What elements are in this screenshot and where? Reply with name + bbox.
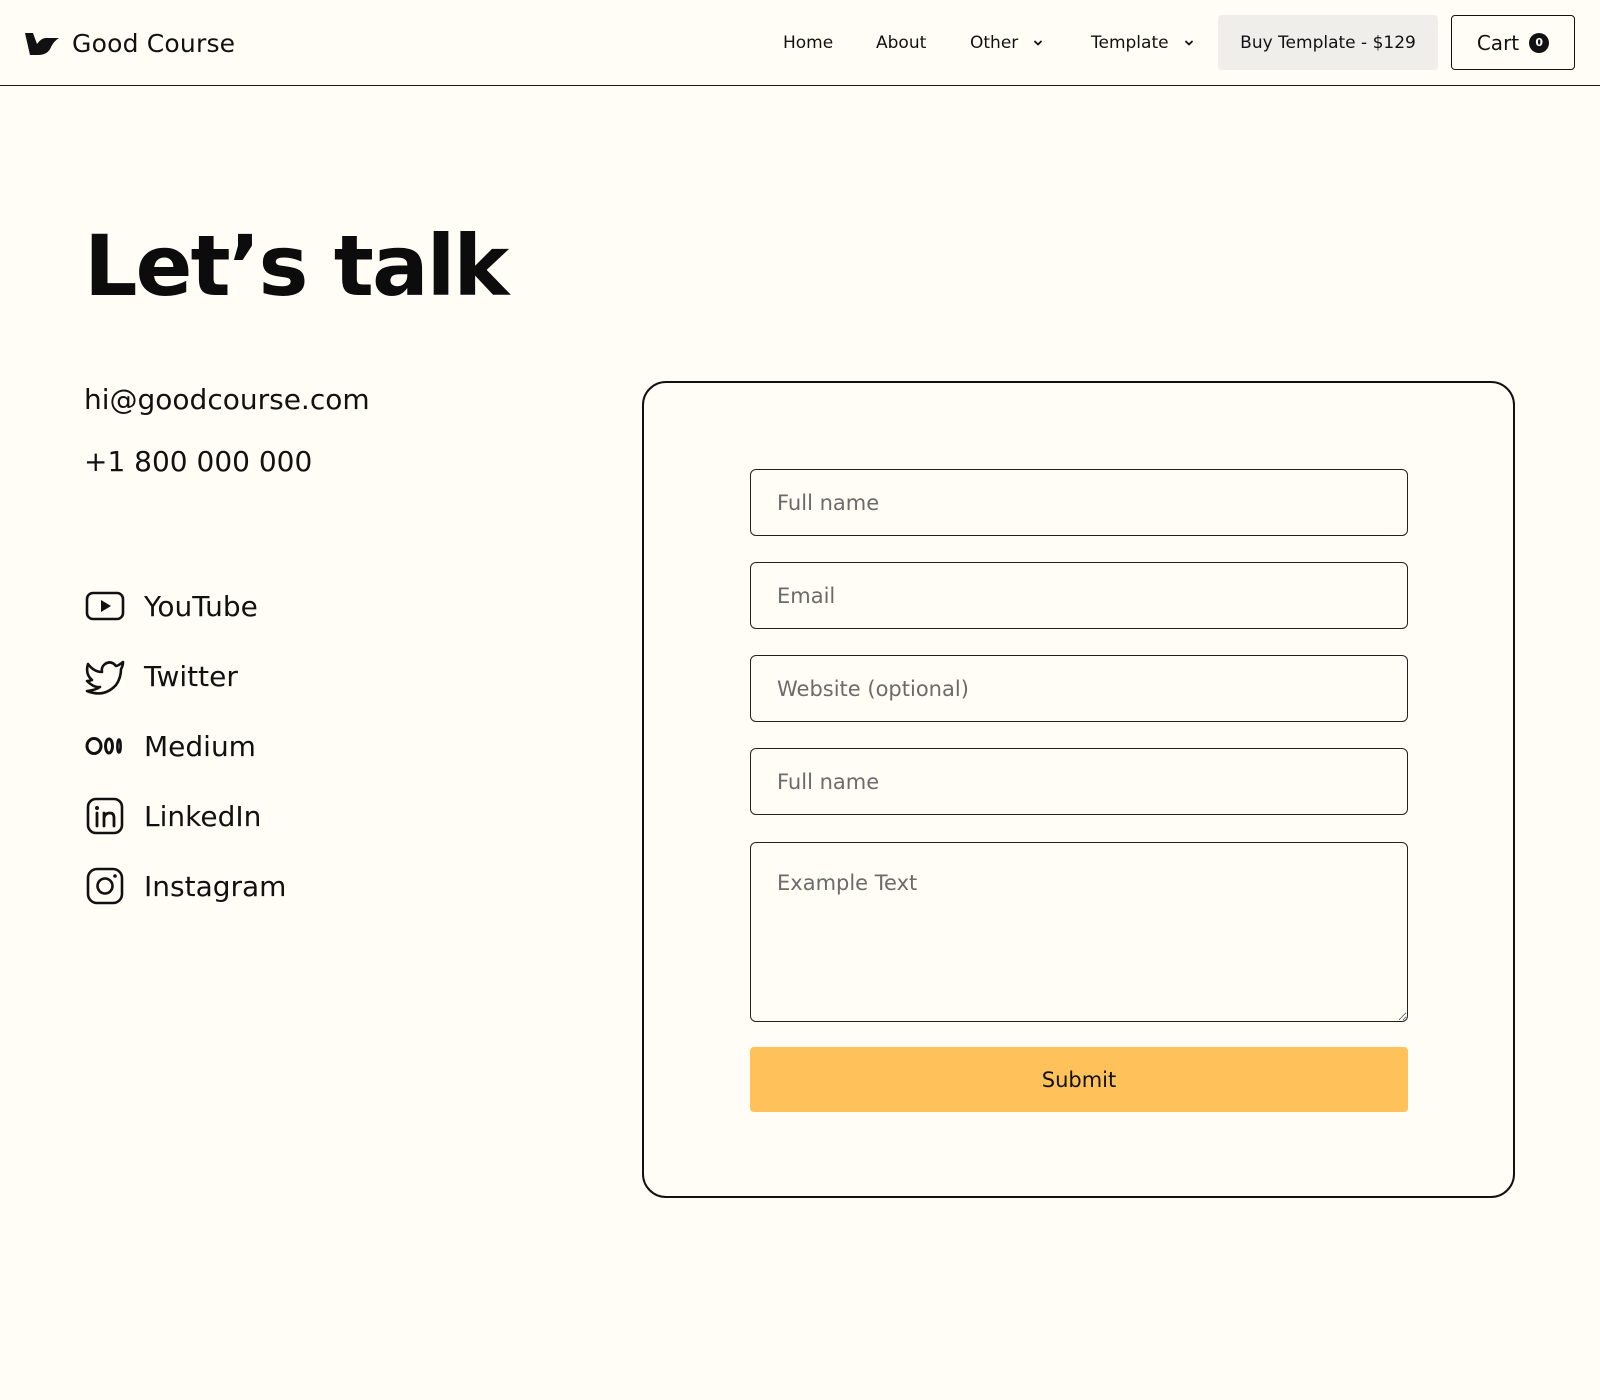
twitter-icon <box>85 660 125 695</box>
submit-button[interactable]: Submit <box>750 1047 1408 1112</box>
nav-other-label: Other <box>970 33 1019 53</box>
social-label: Medium <box>144 729 256 763</box>
contact-form: Submit <box>642 381 1515 1198</box>
social-link-medium[interactable]: Medium <box>84 724 256 768</box>
contact-email-link[interactable]: hi@goodcourse.com <box>84 382 370 418</box>
social-link-youtube[interactable]: YouTube <box>84 584 258 628</box>
brand-name: Good Course <box>72 28 236 58</box>
nav-template-dropdown[interactable]: Template <box>1091 31 1195 55</box>
medium-icon <box>85 737 122 755</box>
buy-template-button[interactable]: Buy Template - $129 <box>1218 15 1438 70</box>
social-label: YouTube <box>144 589 258 623</box>
page-title: Let’s talk <box>84 217 509 315</box>
logo-icon <box>25 33 59 55</box>
site-header: Good Course Home About Other Template Bu… <box>0 0 1600 86</box>
nav-home[interactable]: Home <box>783 31 833 55</box>
cart-label: Cart <box>1476 30 1520 55</box>
nav-other-dropdown[interactable]: Other <box>970 31 1044 55</box>
social-link-instagram[interactable]: Instagram <box>84 864 286 908</box>
submit-label: Submit <box>1041 1067 1117 1092</box>
email-input[interactable] <box>750 562 1408 629</box>
website-input[interactable] <box>750 655 1408 722</box>
nav-home-label: Home <box>783 33 834 53</box>
chevron-down-icon <box>1034 40 1043 46</box>
social-label: LinkedIn <box>144 799 262 833</box>
message-textarea[interactable] <box>750 842 1408 1022</box>
social-link-linkedin[interactable]: LinkedIn <box>84 794 261 838</box>
logo[interactable]: Good Course <box>24 26 235 60</box>
nav-about[interactable]: About <box>876 31 926 55</box>
instagram-icon <box>86 867 124 905</box>
nav-about-label: About <box>876 33 927 53</box>
youtube-icon <box>85 591 125 621</box>
chevron-down-icon <box>1184 40 1193 46</box>
social-label: Twitter <box>144 659 238 693</box>
social-link-twitter[interactable]: Twitter <box>84 654 238 698</box>
contact-phone-link[interactable]: +1 800 000 000 <box>84 444 312 480</box>
full-name-input-2[interactable] <box>750 748 1408 815</box>
nav-template-label: Template <box>1091 33 1169 53</box>
cart-count-badge: 0 <box>1529 32 1550 53</box>
linkedin-icon <box>86 797 124 835</box>
buy-template-label: Buy Template - $129 <box>1240 32 1416 53</box>
cart-button[interactable]: Cart 0 <box>1451 15 1575 70</box>
social-label: Instagram <box>144 869 287 903</box>
full-name-input[interactable] <box>750 469 1408 536</box>
